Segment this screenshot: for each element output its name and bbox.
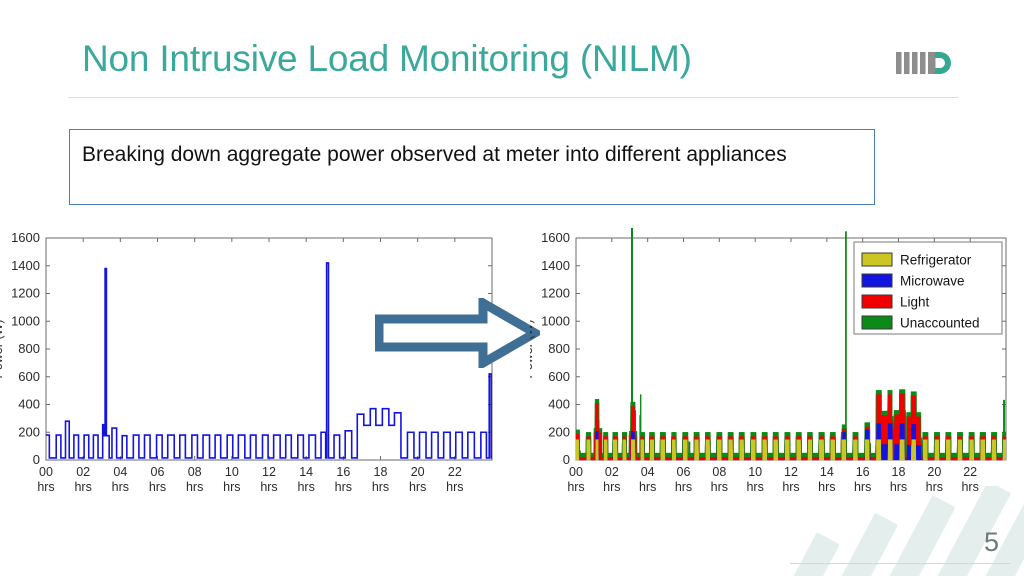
x-tick-label: hrs (746, 480, 763, 494)
x-tick-label: 00 (569, 465, 583, 479)
x-tick-label: 14 (299, 465, 313, 479)
x-tick-label: 20 (927, 465, 941, 479)
y-tick-label: 600 (548, 369, 570, 384)
x-tick-label: hrs (149, 480, 166, 494)
x-tick-label: hrs (926, 480, 943, 494)
x-tick-label: hrs (112, 480, 129, 494)
legend-label-light: Light (900, 295, 930, 310)
y-tick-label: 600 (18, 369, 40, 384)
x-tick-label: 16 (336, 465, 350, 479)
y-tick-label: 1600 (541, 230, 570, 245)
x-tick-label: 06 (677, 465, 691, 479)
callout-text: Breaking down aggregate power observed a… (82, 143, 787, 166)
callout-box: Breaking down aggregate power observed a… (69, 129, 875, 205)
page-title: Non Intrusive Load Monitoring (NILM) (82, 38, 692, 79)
legend-swatch-refrigerator (861, 252, 893, 267)
x-tick-label: hrs (74, 480, 91, 494)
x-tick-label: 02 (76, 465, 90, 479)
x-tick-label: 18 (892, 465, 906, 479)
x-tick-label: 00 (39, 465, 53, 479)
x-tick-label: hrs (409, 480, 426, 494)
y-axis-label: Power (W) (530, 319, 535, 378)
x-tick-label: hrs (603, 480, 620, 494)
x-tick-label: hrs (372, 480, 389, 494)
y-tick-label: 400 (18, 397, 40, 412)
title-divider (68, 97, 958, 98)
y-tick-label: 1400 (11, 258, 40, 273)
x-tick-label: 16 (856, 465, 870, 479)
x-tick-label: hrs (854, 480, 871, 494)
x-tick-label: 22 (963, 465, 977, 479)
x-tick-label: 10 (748, 465, 762, 479)
x-tick-label: 10 (225, 465, 239, 479)
x-tick-label: 14 (820, 465, 834, 479)
x-tick-label: hrs (223, 480, 240, 494)
x-tick-label: hrs (37, 480, 54, 494)
legend-label-unaccounted: Unaccounted (900, 316, 980, 331)
footer-divider (790, 563, 1010, 564)
y-tick-label: 800 (18, 341, 40, 356)
legend-swatch-unaccounted (861, 315, 893, 330)
legend-swatch-light (861, 294, 893, 309)
x-tick-label: hrs (186, 480, 203, 494)
x-tick-label: 04 (641, 465, 655, 479)
x-tick-label: 08 (712, 465, 726, 479)
x-tick-label: hrs (782, 480, 799, 494)
disaggregated-power-plot: 0200400600800100012001400160000hrs02hrs0… (530, 228, 1007, 494)
y-tick-label: 200 (548, 424, 570, 439)
x-tick-label: hrs (335, 480, 352, 494)
y-tick-label: 1000 (541, 313, 570, 328)
x-tick-label: 04 (113, 465, 127, 479)
x-tick-label: 06 (151, 465, 165, 479)
x-tick-label: 02 (605, 465, 619, 479)
legend-swatch-microwave (861, 273, 893, 288)
y-tick-label: 1600 (11, 230, 40, 245)
y-tick-label: 200 (18, 424, 40, 439)
x-tick-label: hrs (675, 480, 692, 494)
x-tick-label: 22 (448, 465, 462, 479)
x-tick-label: hrs (711, 480, 728, 494)
x-tick-label: 12 (262, 465, 276, 479)
x-tick-label: hrs (567, 480, 584, 494)
y-tick-label: 800 (548, 341, 570, 356)
x-tick-label: hrs (890, 480, 907, 494)
x-tick-label: 20 (411, 465, 425, 479)
y-tick-label: 400 (548, 397, 570, 412)
x-tick-label: hrs (446, 480, 463, 494)
y-tick-label: 1200 (11, 286, 40, 301)
disaggregated-power-chart: 0 200 400 600 800 1000 1200 1400 1600 00 hrs 02 hrs 0… (530, 228, 1024, 498)
legend-label-refrigerator: Refrigerator (900, 253, 972, 268)
legend-label-microwave: Microwave (900, 274, 965, 289)
x-tick-label: hrs (818, 480, 835, 494)
x-tick-label: hrs (961, 480, 978, 494)
x-tick-label: hrs (297, 480, 314, 494)
x-tick-label: hrs (260, 480, 277, 494)
x-tick-label: 18 (374, 465, 388, 479)
x-tick-label: 12 (784, 465, 798, 479)
page-number: 5 (983, 527, 999, 557)
x-tick-label: 08 (188, 465, 202, 479)
right-arrow-icon (374, 295, 545, 371)
iiitd-logo (896, 50, 954, 76)
y-axis-label: Power (W) (0, 319, 5, 378)
y-tick-label: 1000 (11, 313, 40, 328)
y-tick-label: 1400 (541, 258, 570, 273)
y-tick-label: 1200 (541, 286, 570, 301)
x-tick-label: hrs (639, 480, 656, 494)
